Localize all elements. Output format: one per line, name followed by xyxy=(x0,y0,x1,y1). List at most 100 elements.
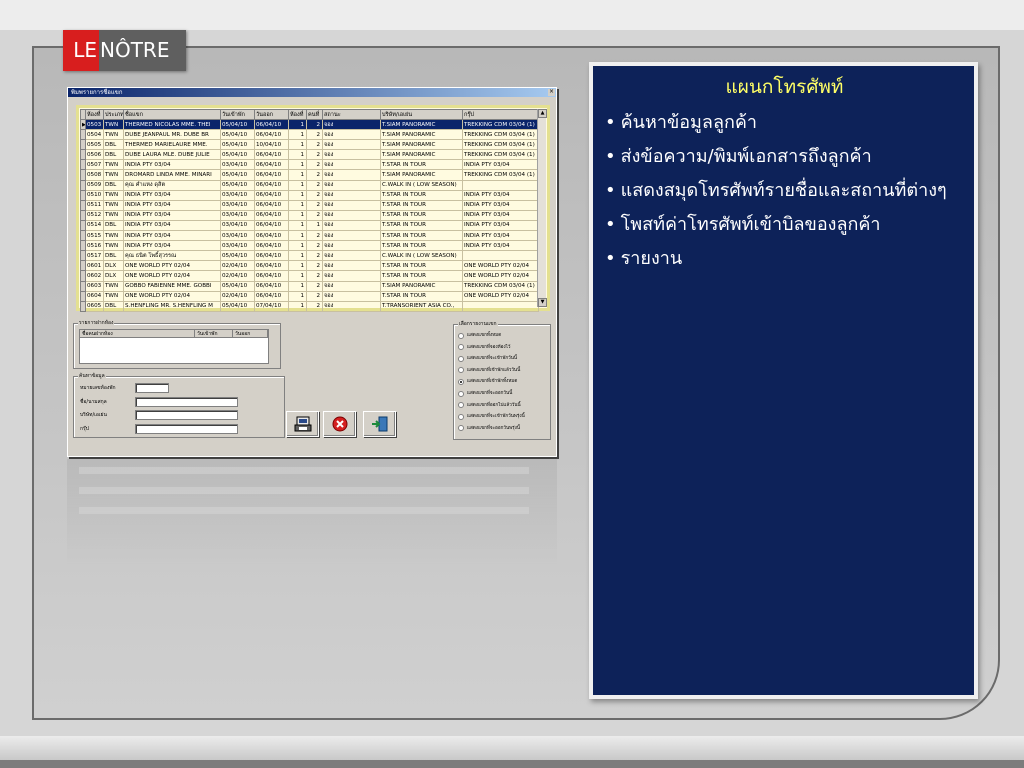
table-row[interactable]: 0602 DLX ONE WORLD PTY 02/04 02/04/10 06/04/… xyxy=(80,270,539,282)
deposit-grid-header: ชื่อคนฝากห้อง วันเข้าพัก วันออก xyxy=(80,330,268,338)
room-number-label: หมายเลขห้องพัก xyxy=(80,385,116,391)
table-cell: TWN xyxy=(103,159,124,171)
report-option[interactable]: แสดงแขกที่จองห้องไว้ xyxy=(458,344,511,351)
radio-icon[interactable] xyxy=(458,390,464,397)
table-row[interactable]: 0506 DBL DUBE LAURA MLE. DUBE JULIE 05/04/1… xyxy=(80,149,539,161)
table-row[interactable]: 0511 TWN INDIA PTY 03/04 03/04/10 06/04/10 1 2… xyxy=(80,199,539,211)
print-button[interactable] xyxy=(286,411,319,437)
table-cell: 06/04/10 xyxy=(254,250,289,262)
radio-icon[interactable] xyxy=(458,378,464,385)
table-row[interactable]: 0515 TWN INDIA PTY 03/04 03/04/10 06/04/10 1 2… xyxy=(80,230,539,242)
table-cell: DBL xyxy=(103,300,124,312)
row-indicator: ▶ xyxy=(80,118,86,131)
table-cell: 1 xyxy=(288,209,307,221)
report-option[interactable]: แสดงแขกที่จะออกวันพรุ่งนี้ xyxy=(458,425,520,432)
window-close-button[interactable]: × xyxy=(548,89,555,96)
grid-column-header[interactable]: ห้องที่ xyxy=(288,109,307,120)
radio-icon[interactable] xyxy=(458,332,464,339)
radio-icon[interactable] xyxy=(458,413,464,420)
bottom-line xyxy=(0,760,1024,768)
room-number-input[interactable] xyxy=(135,383,169,393)
table-cell: T.SIAM PANORAMIC xyxy=(380,129,463,141)
company-input[interactable] xyxy=(135,410,238,420)
window-reflection xyxy=(67,459,557,569)
table-row[interactable]: 0603 TWN GOBBO FABIENNE MME. GOBBI 05/04/10… xyxy=(80,280,539,292)
exit-button[interactable] xyxy=(363,411,396,437)
table-cell: 0514 xyxy=(85,219,104,232)
radio-icon[interactable] xyxy=(458,402,464,409)
grid-column-header[interactable]: บริษัท/เอเย่น xyxy=(380,109,463,120)
table-cell: T.STAR IN TOUR xyxy=(380,209,463,221)
table-cell: 0507 xyxy=(85,159,104,171)
radio-icon[interactable] xyxy=(458,425,464,432)
table-cell: 05/04/10 xyxy=(220,129,255,141)
table-cell: 1 xyxy=(288,118,307,131)
table-cell: 03/04/10 xyxy=(220,189,255,201)
table-cell: TREKKING CDM 03/04 (1) xyxy=(462,129,539,141)
table-row[interactable]: 0504 TWN DUBE JEANPAUL MR. DUBE BR 05/04/10… xyxy=(80,129,539,141)
table-cell: 0509 xyxy=(85,179,104,191)
notes-item: โพสท์ค่าโทรศัพท์เข้าบิลของลูกค้า xyxy=(605,208,964,242)
grid-column-header[interactable]: คนที่ xyxy=(306,109,323,120)
table-cell: DUBE LAURA MLE. DUBE JULIE xyxy=(123,149,221,161)
table-cell: 05/04/10 xyxy=(220,118,255,131)
grid-header-row: ห้องที่ ประเภท ชื่อแขก วันเข้าพัก วันออก ห้อง… xyxy=(80,109,539,120)
table-row[interactable]: ▶ 0503 TWN THERMED NICOLAS MME. THEI 05/04/1… xyxy=(80,118,539,131)
table-cell: T.SIAM PANORAMIC xyxy=(380,118,463,131)
table-cell: INDIA PTY 03/04 xyxy=(462,209,539,221)
table-row[interactable]: 0604 TWN ONE WORLD PTY 02/04 02/04/10 06/04/… xyxy=(80,290,539,302)
table-row[interactable]: 0517 DBL คุณ ธนิต โพธิ์สุวรรณ 05/04/10 06/04… xyxy=(80,250,539,262)
group-input[interactable] xyxy=(135,424,238,434)
grid-column-header[interactable]: สถานะ xyxy=(322,109,381,120)
table-row[interactable]: 0601 DLX ONE WORLD PTY 02/04 02/04/10 06/04/… xyxy=(80,260,539,272)
table-cell: TWN xyxy=(103,240,124,252)
table-row[interactable]: 0512 TWN INDIA PTY 03/04 03/04/10 06/04/10 1 2… xyxy=(80,209,539,221)
grid-column-header[interactable]: ประเภท xyxy=(103,109,124,120)
report-option[interactable]: แสดงแขกที่เข้าพักแล้ววันนี้ xyxy=(458,367,520,374)
scroll-up-icon[interactable]: ▲ xyxy=(538,109,547,118)
table-cell: 06/04/10 xyxy=(254,149,289,161)
report-option[interactable]: แสดงแขกที่เข้าพักทั้งหมด xyxy=(458,378,517,385)
grid-column-header[interactable]: วันออก xyxy=(254,109,289,120)
table-cell: จอง xyxy=(322,169,381,181)
table-cell: TWN xyxy=(103,199,124,211)
table-cell: TREKKING CDM 03/04 (1) xyxy=(462,280,539,292)
table-row[interactable]: 0605 DBL S.HENFLING MR. S.HENFLING M 05/04/… xyxy=(80,300,539,312)
cancel-button[interactable] xyxy=(323,411,356,437)
report-option[interactable]: แสดงแขกที่ออกไปแล้ววันนี้ xyxy=(458,402,521,409)
guest-name-input[interactable] xyxy=(135,397,238,407)
grid-column-header[interactable]: วันเข้าพัก xyxy=(220,109,255,120)
table-cell: 0516 xyxy=(85,240,104,252)
grid-column-header[interactable]: ชื่อแขก xyxy=(123,109,221,120)
table-cell: จอง xyxy=(322,280,381,292)
table-cell: 2 xyxy=(306,199,323,211)
table-row[interactable]: 0516 TWN INDIA PTY 03/04 03/04/10 06/04/10 1 2… xyxy=(80,240,539,252)
table-cell xyxy=(462,250,539,262)
table-row[interactable]: 0510 TWN INDIA PTY 03/04 03/04/10 06/04/10 1 2… xyxy=(80,189,539,201)
table-row[interactable]: 0508 TWN DROMARD LINDA MME. MINARI 05/04/10… xyxy=(80,169,539,181)
grid-column-header[interactable]: ห้องที่ xyxy=(85,109,104,120)
logo-le: LE xyxy=(63,30,99,71)
report-option[interactable]: แสดงแขกที่จะเข้าพักวันพรุ่งนี้ xyxy=(458,413,525,420)
report-option[interactable]: แสดงแขกที่จะออกวันนี้ xyxy=(458,390,512,397)
table-row[interactable]: 0514 DBL INDIA PTY 03/04 03/04/10 06/04/10 1 1… xyxy=(80,219,539,232)
radio-icon[interactable] xyxy=(458,344,464,351)
grid-scrollbar[interactable]: ▲ ▼ xyxy=(537,109,547,307)
table-row[interactable]: 0507 TWN INDIA PTY 03/04 03/04/10 06/04/10 1 2… xyxy=(80,159,539,171)
table-row[interactable]: 0505 DBL THERMED MARIELAURE MME. 05/04/10 10… xyxy=(80,139,539,151)
table-cell: จอง xyxy=(322,270,381,282)
table-cell: THERMED MARIELAURE MME. xyxy=(123,139,221,151)
report-option[interactable]: แสดงแขกที่จะเข้าพักวันนี้ xyxy=(458,355,517,362)
table-cell: จอง xyxy=(322,290,381,302)
grid-column-header[interactable]: กรุ๊ป xyxy=(462,109,539,120)
table-cell: THERMED NICOLAS MME. THEI xyxy=(123,118,221,131)
radio-icon[interactable] xyxy=(458,355,464,362)
table-cell: 06/04/10 xyxy=(254,219,289,232)
report-option[interactable]: แสดงแขกทั้งหมด xyxy=(458,332,501,339)
table-cell: ONE WORLD PTY 02/04 xyxy=(123,270,221,282)
table-row[interactable]: 0509 DBL คุณ คำแหง ดุสิต 05/04/10 06/04/10 1 2… xyxy=(80,179,539,191)
radio-icon[interactable] xyxy=(458,367,464,374)
deposit-grid[interactable]: ชื่อคนฝากห้อง วันเข้าพัก วันออก xyxy=(79,329,269,364)
scroll-down-icon[interactable]: ▼ xyxy=(538,298,547,307)
notes-item: ส่งข้อความ/พิมพ์เอกสารถึงลูกค้า xyxy=(605,140,964,174)
